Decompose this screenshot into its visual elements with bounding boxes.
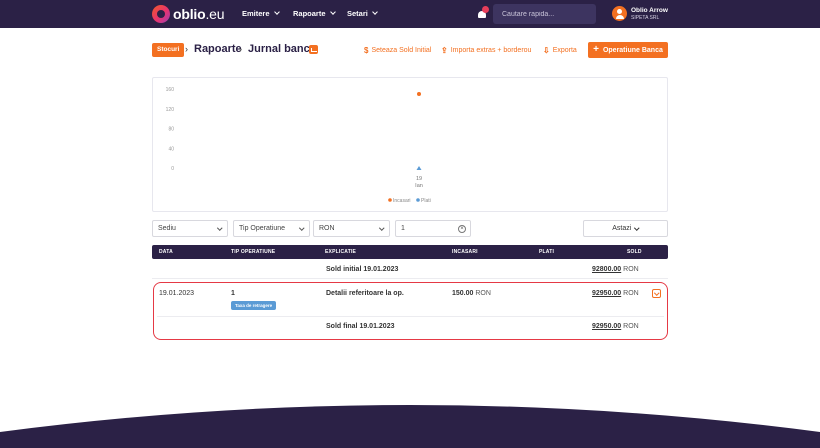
column-sold: SOLD (627, 249, 642, 255)
account-select[interactable]: 1 × (395, 220, 471, 237)
notification-badge (482, 6, 489, 13)
expand-row-button[interactable] (652, 289, 661, 298)
quick-search-input[interactable] (493, 4, 596, 24)
legend-label-plati: Plati (421, 198, 431, 204)
logo-mark-icon (152, 5, 170, 23)
bank-journal-chart: 160 120 80 40 0 19Ian Incasari Plati (166, 87, 431, 204)
column-plati: PLATI (539, 249, 555, 255)
currency-select[interactable]: RON (313, 220, 390, 237)
upload-icon: ⇪ (441, 46, 448, 55)
top-navbar: oblio.eu Emitere Rapoarte Setari Oblio A… (0, 0, 820, 28)
transaction-income: 150.00 RON (452, 290, 491, 297)
breadcrumb-separator-icon: › (185, 44, 188, 54)
stocuri-chip[interactable]: Stocuri (152, 43, 185, 57)
chevron-down-icon (329, 9, 336, 15)
chevron-down-icon (273, 9, 280, 15)
footer-wave (0, 405, 820, 448)
x-tick-month: Ian (415, 183, 423, 189)
plus-icon: + (593, 44, 599, 55)
sediu-select[interactable]: Sediu (152, 220, 228, 237)
clear-icon[interactable]: × (458, 225, 466, 233)
transaction-tag-badge: Taxa de retragere (231, 301, 277, 310)
chevron-down-icon (634, 225, 640, 230)
report-icon[interactable] (309, 45, 318, 54)
notification-bell-icon[interactable] (477, 6, 489, 19)
page-title: Jurnal banca (248, 43, 316, 55)
import-statement-link[interactable]: ⇪ Importa extras + borderou (441, 46, 531, 55)
data-point-plati (416, 166, 422, 170)
dollar-icon: $ (364, 46, 369, 55)
y-tick-label: 40 (168, 146, 174, 152)
set-initial-balance-link[interactable]: $ Seteaza Sold Initial (364, 46, 431, 55)
data-point-incasari (417, 91, 421, 96)
add-bank-operation-button[interactable]: + Operatiune Banca (588, 42, 668, 58)
final-balance-value: 92950.00 RON (592, 323, 639, 330)
chevron-down-icon (298, 225, 304, 231)
download-icon: ⇩ (543, 46, 550, 55)
chevron-down-icon (372, 9, 378, 15)
period-dropdown-button[interactable]: Astazi (583, 220, 668, 237)
breadcrumb-rapoarte[interactable]: Rapoarte (194, 43, 242, 55)
table-header: DATA TIP OPERATIUNE EXPLICATIE INCASARI … (152, 245, 668, 259)
initial-balance-label: Sold initial 19.01.2023 (326, 266, 399, 273)
column-tip-operatiune: TIP OPERATIUNE (231, 249, 276, 255)
oblio-logo[interactable]: oblio.eu (152, 5, 225, 23)
transaction-explanation: Detalii referitoare la op. (326, 290, 404, 297)
user-name[interactable]: Oblio Arrow (631, 7, 668, 14)
column-data: DATA (159, 249, 173, 255)
transaction-type: 1 (231, 290, 235, 297)
user-company: SIPETA SRL (631, 15, 660, 21)
y-tick-label: 160 (166, 87, 175, 93)
y-tick-label: 120 (166, 107, 175, 113)
logo-text: oblio.eu (173, 6, 225, 22)
export-link[interactable]: ⇩ Exporta (543, 46, 577, 55)
breadcrumb-separator-icon: › (239, 44, 242, 54)
y-tick-label: 80 (168, 127, 174, 133)
x-tick-day: 19 (416, 176, 422, 182)
nav-menu-setari[interactable]: Setari (347, 9, 378, 18)
column-incasari: INCASARI (452, 249, 478, 255)
nav-menu-rapoarte[interactable]: Rapoarte (293, 9, 336, 18)
column-explicatie: EXPLICATIE (325, 249, 357, 255)
chevron-down-icon (378, 225, 384, 231)
operation-type-select[interactable]: Tip Operatiune (233, 220, 310, 237)
initial-balance-value: 92800.00 RON (592, 266, 639, 273)
nav-menu-emitere[interactable]: Emitere (242, 9, 280, 18)
legend-label-incasari: Incasari (393, 198, 411, 204)
user-avatar-icon[interactable] (612, 6, 627, 21)
transaction-balance: 92950.00 RON (592, 290, 639, 297)
chart-card: 160 120 80 40 0 19 Ian Incasari Plati (152, 77, 668, 212)
final-balance-label: Sold final 19.01.2023 (326, 323, 395, 330)
legend-marker-plati (416, 198, 420, 202)
transaction-date: 19.01.2023 (159, 290, 195, 297)
y-tick-label: 0 (171, 166, 174, 172)
chevron-down-icon (216, 225, 222, 231)
legend-marker-incasari (388, 198, 392, 202)
